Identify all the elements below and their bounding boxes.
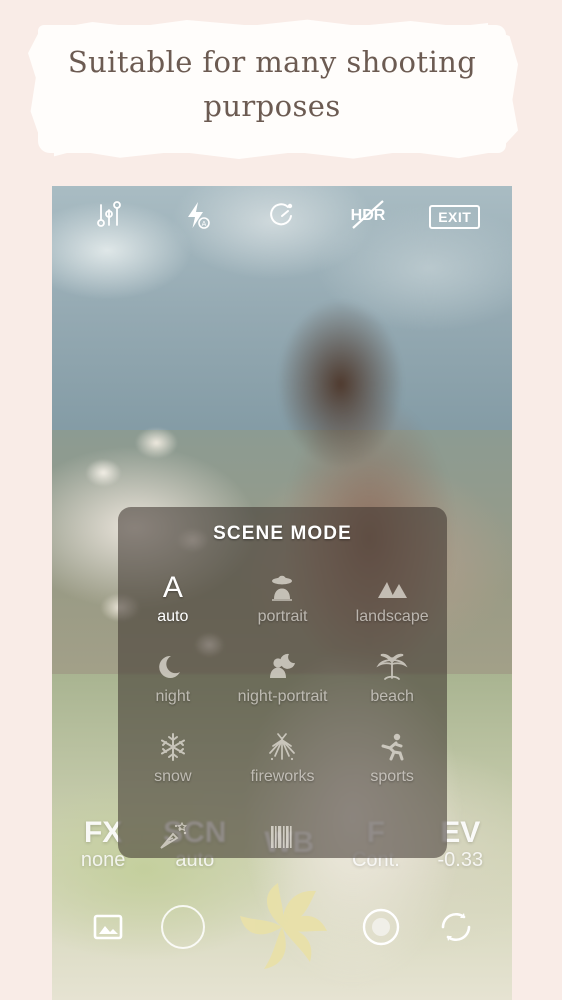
scene-option-empty [337, 799, 447, 858]
switch-camera-icon [436, 907, 476, 952]
svg-text:A: A [201, 221, 206, 228]
fireworks-icon [266, 729, 298, 763]
scene-option-fireworks[interactable]: fireworks [228, 719, 338, 795]
barcode-icon [266, 818, 298, 852]
switch-camera-button[interactable] [427, 900, 485, 958]
scene-option-portrait[interactable]: portrait [228, 559, 338, 635]
scene-mode-grid: A auto portrait landscape night night-po… [118, 559, 447, 858]
hdr-off-icon: HDR [340, 198, 396, 237]
scene-option-night[interactable]: night [118, 639, 228, 715]
runner-icon [376, 729, 408, 763]
record-icon [361, 907, 401, 952]
palm-tree-icon [376, 649, 408, 683]
promo-headline-line2: purposes [203, 89, 341, 123]
mode-ev-value: -0.33 [437, 849, 484, 872]
camera-top-toolbar: A HDR EXIT [52, 186, 512, 248]
promo-header: Suitable for many shooting purposes [0, 0, 562, 186]
settings-sliders-button[interactable] [79, 195, 139, 239]
record-button[interactable] [352, 900, 410, 958]
promo-headline-line1: Suitable for many shooting [67, 45, 477, 79]
camera-screenshot: A HDR EXIT [52, 186, 512, 1000]
timer-button[interactable] [252, 195, 312, 239]
scene-option-landscape-label: landscape [355, 607, 429, 625]
scene-option-landscape[interactable]: landscape [337, 559, 447, 635]
exit-label: EXIT [429, 205, 481, 229]
scene-mode-dialog: SCENE MODE A auto portrait landscape nig… [118, 507, 447, 858]
flash-auto-icon: A [180, 199, 212, 236]
letter-a-icon: A [162, 570, 183, 604]
scene-option-sports-label: sports [370, 767, 414, 785]
scene-option-night-portrait[interactable]: night-portrait [228, 639, 338, 715]
scene-option-night-portrait-label: night-portrait [237, 687, 328, 705]
gallery-button[interactable] [79, 900, 137, 958]
settings-sliders-icon [93, 199, 125, 236]
scene-option-portrait-label: portrait [257, 607, 308, 625]
shutter-aperture-icon [232, 877, 332, 982]
timer-icon [266, 199, 298, 236]
scene-option-barcode[interactable] [228, 799, 338, 858]
scene-option-auto-label: auto [157, 607, 189, 625]
landscape-icon [376, 569, 408, 603]
party-popper-icon [157, 818, 189, 852]
camera-bottom-bar [52, 882, 512, 972]
mode-fx-value: none [80, 849, 126, 872]
mode-ring-button[interactable] [154, 900, 212, 958]
snowflake-icon [157, 729, 189, 763]
scene-option-night-label: night [155, 687, 191, 705]
scene-option-snow-label: snow [154, 767, 192, 785]
brush-bottom-edge [54, 141, 494, 160]
exit-button[interactable]: EXIT [425, 195, 485, 239]
shutter-button[interactable] [230, 877, 334, 981]
promo-headline: Suitable for many shooting purposes [38, 40, 506, 128]
flash-auto-button[interactable]: A [166, 195, 226, 239]
hdr-off-button[interactable]: HDR [338, 195, 398, 239]
scene-mode-title: SCENE MODE [213, 523, 352, 544]
night-portrait-icon [265, 649, 299, 683]
scene-option-snow[interactable]: snow [118, 719, 228, 795]
portrait-icon [266, 569, 298, 603]
scene-option-party[interactable] [118, 799, 228, 858]
scene-option-beach-label: beach [370, 687, 414, 705]
scene-option-beach[interactable]: beach [337, 639, 447, 715]
gallery-icon [91, 910, 125, 949]
scene-option-sports[interactable]: sports [337, 719, 447, 795]
brush-top-edge [58, 19, 488, 36]
scene-option-fireworks-label: fireworks [250, 767, 315, 785]
moon-icon [157, 649, 189, 683]
scene-option-auto[interactable]: A auto [118, 559, 228, 635]
mode-ring-icon [159, 903, 207, 956]
